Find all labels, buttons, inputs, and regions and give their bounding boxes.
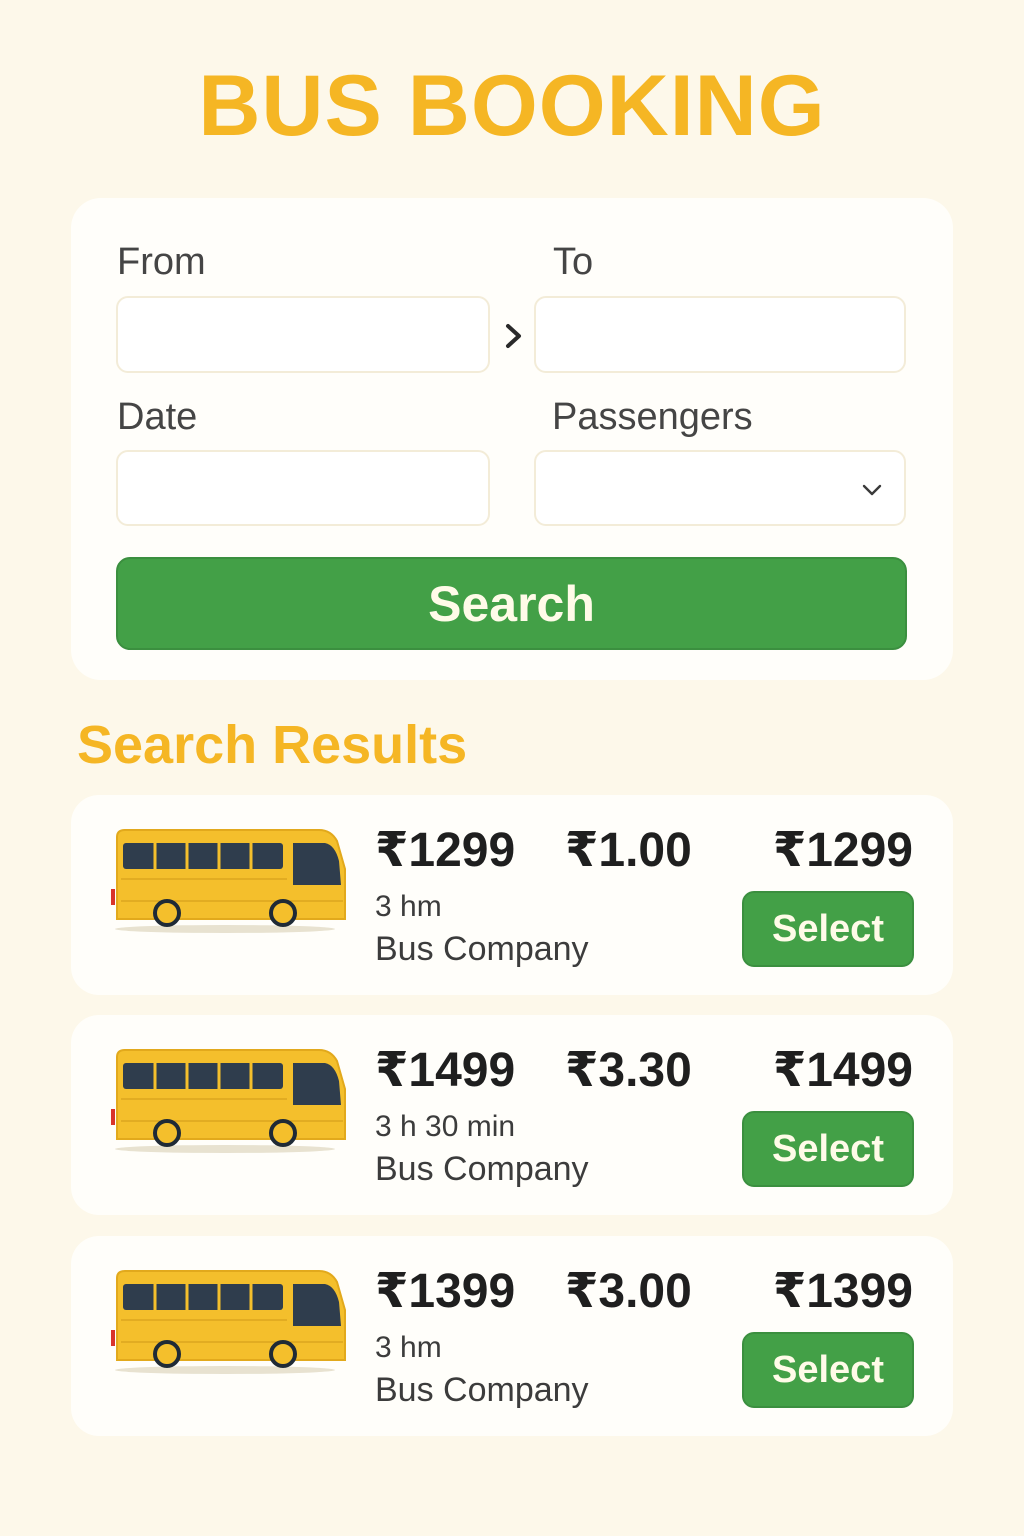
bus-icon [111,829,346,933]
passengers-select[interactable] [534,450,906,526]
fare-secondary: ₹3.00 [565,1265,692,1318]
date-input[interactable] [116,450,490,526]
passengers-label: Passengers [552,396,753,438]
bus-icon [111,1270,346,1374]
trip-duration: 3 h 30 min [375,1110,516,1143]
trip-duration: 3 hm [375,1331,442,1364]
select-button[interactable]: Select [742,1111,914,1187]
to-label: To [553,241,594,283]
from-input[interactable] [116,296,490,373]
result-card: ₹1299 ₹1.00 3 hm Bus Company ₹1299 Selec… [71,795,953,995]
fare-price: ₹1399 [375,1265,516,1318]
result-card: ₹1399 ₹3.00 3 hm Bus Company ₹1399 Selec… [71,1236,953,1436]
bus-booking-page: BUS BOOKING From To Date Passengers Sear… [0,0,1024,1536]
select-button[interactable]: Select [742,1332,914,1408]
fare-price: ₹1499 [375,1044,516,1097]
app-title: BUS BOOKING [198,58,826,154]
results-heading: Search Results [77,715,468,775]
to-input[interactable] [534,296,906,373]
fare-secondary: ₹1.00 [565,824,692,877]
bus-icon [111,1049,346,1153]
from-label: From [117,241,206,283]
select-button[interactable]: Select [742,891,914,967]
chevron-down-icon [862,484,882,496]
result-card: ₹1499 ₹3.30 3 h 30 min Bus Company ₹1499… [71,1015,953,1215]
chevron-right-icon [506,324,521,348]
total-fare: ₹1299 [772,824,913,877]
bus-operator: Bus Company [375,1150,589,1188]
total-fare: ₹1499 [772,1044,913,1097]
bus-operator: Bus Company [375,930,589,968]
total-fare: ₹1399 [772,1265,913,1318]
trip-duration: 3 hm [375,890,442,923]
fare-price: ₹1299 [375,824,516,877]
search-button[interactable]: Search [116,557,907,650]
fare-secondary: ₹3.30 [565,1044,692,1097]
bus-operator: Bus Company [375,1371,589,1409]
date-label: Date [117,396,198,438]
